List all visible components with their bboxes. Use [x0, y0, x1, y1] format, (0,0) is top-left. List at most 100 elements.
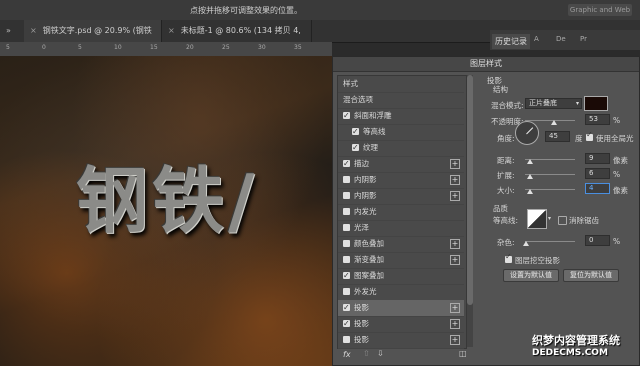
knockout-checkbox[interactable] [505, 252, 512, 263]
style-checkbox[interactable] [343, 300, 350, 316]
distance-slider-handle[interactable] [527, 159, 533, 164]
ruler-tick: 5 [6, 44, 10, 51]
angle-dial[interactable] [515, 121, 539, 145]
character-panel-icon[interactable]: A [534, 35, 539, 43]
style-item[interactable]: 投影 + [338, 300, 464, 317]
style-checkbox[interactable] [343, 256, 350, 263]
style-checkbox[interactable] [352, 124, 359, 140]
style-item-label: 投影 [354, 319, 369, 328]
style-checkbox[interactable] [343, 224, 350, 231]
close-icon[interactable]: × [30, 26, 37, 35]
add-effect-icon[interactable]: + [450, 175, 460, 185]
structure-label: 结构 [493, 85, 508, 94]
tab-overflow[interactable]: » [0, 20, 24, 42]
style-item-label: 斜面和浮雕 [354, 111, 392, 120]
style-checkbox[interactable] [343, 316, 350, 332]
opacity-slider[interactable] [525, 120, 575, 121]
add-effect-icon[interactable]: + [450, 239, 460, 249]
style-checkbox[interactable] [343, 240, 350, 247]
style-item[interactable]: 光泽 [338, 220, 464, 237]
move-down-icon[interactable]: ⇩ [377, 349, 384, 358]
style-item[interactable]: 纹理 [338, 140, 464, 157]
style-checkbox[interactable] [343, 268, 350, 284]
style-item[interactable]: 描边 + [338, 156, 464, 173]
style-item[interactable]: 颜色叠加 + [338, 236, 464, 253]
device-preview-icon[interactable]: De [556, 35, 566, 43]
reset-default-button[interactable]: 复位为默认值 [563, 269, 619, 282]
watermark-text: 织梦内容管理系统 [532, 334, 620, 347]
tab-history[interactable]: 历史记录 [492, 34, 530, 49]
noise-slider-handle[interactable] [523, 241, 529, 246]
scrollbar-thumb[interactable] [467, 75, 473, 305]
move-up-icon[interactable]: ⇧ [363, 349, 370, 358]
spread-input[interactable]: 6 [585, 168, 610, 179]
style-item[interactable]: 渐变叠加 + [338, 252, 464, 269]
style-checkbox[interactable] [343, 192, 350, 199]
chevron-down-icon[interactable]: ▾ [548, 215, 551, 222]
style-item[interactable]: 内阴影 + [338, 172, 464, 189]
dialog-title: 图层样式 [333, 57, 639, 72]
angle-input[interactable]: 45 [545, 131, 570, 142]
blend-options-item[interactable]: 混合选项 [338, 92, 464, 109]
add-effect-icon[interactable]: + [450, 319, 460, 329]
styles-scrollbar[interactable] [467, 75, 473, 347]
style-item[interactable]: 投影 + [338, 316, 464, 333]
style-checkbox[interactable] [343, 208, 350, 215]
style-checkbox[interactable] [343, 156, 350, 172]
add-effect-icon[interactable]: + [450, 303, 460, 313]
workspace-switcher[interactable]: Graphic and Web [568, 4, 632, 16]
style-item[interactable]: 斜面和浮雕 [338, 108, 464, 125]
opacity-input[interactable]: 53 [585, 114, 610, 125]
style-item[interactable]: 等高线 [338, 124, 464, 141]
ruler-tick: 30 [258, 44, 266, 51]
style-checkbox[interactable] [352, 140, 359, 156]
styles-header[interactable]: 样式 [338, 76, 464, 93]
spread-unit: % [613, 170, 621, 179]
tab-document-1[interactable]: ×钢铁文字.psd @ 20.9% (钢铁类, RGB/8) [24, 20, 162, 57]
shadow-color-swatch[interactable] [584, 96, 608, 111]
tab-document-2[interactable]: ×未标题-1 @ 80.6% (134 拷贝 4, RGB/8) * [162, 20, 312, 57]
knockout-label: 图层挖空投影 [515, 256, 560, 265]
style-item[interactable]: 内阴影 + [338, 188, 464, 205]
fx-icon[interactable]: fx [343, 350, 351, 359]
style-checkbox[interactable] [343, 108, 350, 124]
noise-slider[interactable] [525, 241, 575, 242]
opacity-slider-handle[interactable] [551, 120, 557, 125]
chevron-down-icon: ▾ [575, 100, 579, 107]
properties-icon[interactable]: Pr [580, 35, 587, 43]
layer-style-dialog: 图层样式 样式 混合选项 斜面和浮雕等高线纹理描边 + 内阴影 + 内阴影 + 内发光光泽颜… [332, 56, 640, 366]
antialias-checkbox[interactable] [558, 216, 567, 225]
blend-mode-select[interactable]: 正片叠底 ▾ [525, 98, 582, 109]
close-icon[interactable]: × [168, 26, 175, 35]
contour-picker[interactable] [527, 209, 547, 229]
noise-input[interactable]: 0 [585, 235, 610, 246]
styles-list: 样式 混合选项 斜面和浮雕等高线纹理描边+内阴影+内阴影+内发光光泽颜色叠加+渐… [337, 75, 467, 349]
trash-icon[interactable]: ◫ [459, 349, 467, 358]
style-item-label: 等高线 [363, 127, 386, 136]
size-input[interactable]: 4 [585, 183, 610, 194]
global-light-checkbox[interactable] [586, 130, 593, 141]
spread-slider-handle[interactable] [527, 174, 533, 179]
add-effect-icon[interactable]: + [450, 191, 460, 201]
contour-label: 等高线: [493, 216, 519, 225]
style-item-label: 光泽 [354, 223, 369, 232]
style-checkbox[interactable] [343, 176, 350, 183]
add-effect-icon[interactable]: + [450, 335, 460, 345]
hint-text: 点按并拖移可调整效果的位置。 [190, 6, 302, 15]
add-effect-icon[interactable]: + [450, 255, 460, 265]
horizontal-ruler: 5 0 5 10 15 20 25 30 35 [0, 42, 332, 57]
options-bar: 点按并拖移可调整效果的位置。 Graphic and Web [0, 0, 640, 21]
size-slider-handle[interactable] [527, 189, 533, 194]
style-item[interactable]: 图案叠加 [338, 268, 464, 285]
angle-dial-needle [526, 127, 534, 135]
style-checkbox[interactable] [343, 336, 350, 343]
style-item-label: 投影 [354, 335, 369, 344]
distance-input[interactable]: 9 [585, 153, 610, 164]
style-item[interactable]: 外发光 [338, 284, 464, 301]
set-default-button[interactable]: 设置为默认值 [503, 269, 559, 282]
add-effect-icon[interactable]: + [450, 159, 460, 169]
opacity-unit: % [613, 116, 621, 125]
style-checkbox[interactable] [343, 288, 350, 295]
style-item[interactable]: 内发光 [338, 204, 464, 221]
document-canvas[interactable]: 钢铁/ [0, 56, 332, 366]
